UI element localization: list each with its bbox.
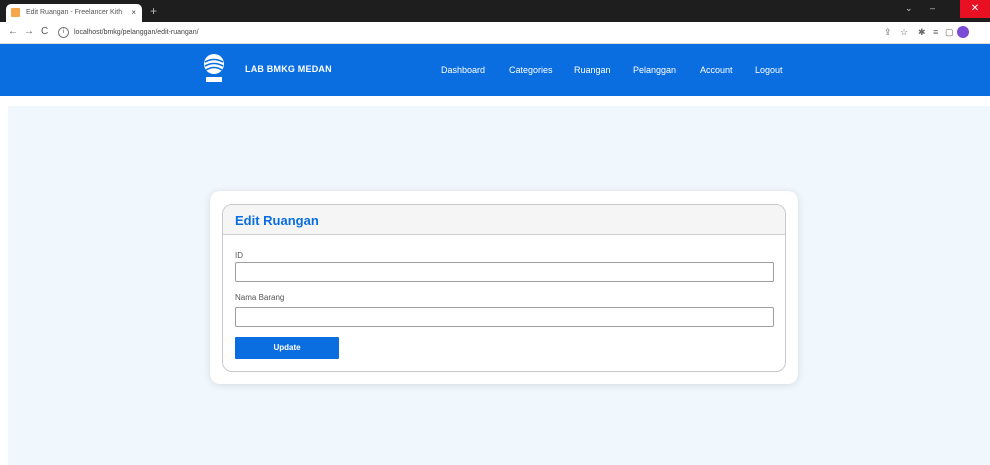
- extensions-icon[interactable]: ✱: [918, 27, 926, 37]
- nama-barang-input[interactable]: [235, 307, 774, 327]
- bmkg-logo-icon[interactable]: [203, 53, 225, 85]
- browser-tab-bar: Edit Ruangan - Freelancer Kith × + ⌄ – ✕: [0, 0, 990, 22]
- nav-categories[interactable]: Categories: [509, 65, 553, 75]
- url-field[interactable]: i localhost/bmkg/pelanggan/edit-ruangan/: [58, 26, 758, 40]
- card-header: Edit Ruangan: [223, 205, 785, 235]
- address-bar: ← → C i localhost/bmkg/pelanggan/edit-rua…: [0, 22, 990, 44]
- nama-barang-label: Nama Barang: [235, 293, 285, 302]
- id-input[interactable]: [235, 262, 774, 282]
- reload-icon[interactable]: C: [41, 26, 48, 38]
- minimize-icon[interactable]: –: [930, 3, 935, 13]
- nav-dashboard[interactable]: Dashboard: [441, 65, 485, 75]
- nav-logout[interactable]: Logout: [755, 65, 783, 75]
- tab-close-icon[interactable]: ×: [131, 4, 136, 22]
- reading-list-icon[interactable]: ≡: [933, 27, 938, 37]
- site-navbar: LAB BMKG MEDAN Dashboard Categories Ruan…: [0, 44, 990, 96]
- forward-arrow-icon[interactable]: →: [24, 26, 34, 38]
- nav-account[interactable]: Account: [700, 65, 733, 75]
- browser-tab[interactable]: Edit Ruangan - Freelancer Kith ×: [6, 4, 142, 22]
- profile-avatar-icon[interactable]: [957, 26, 969, 38]
- page-title: Edit Ruangan: [235, 213, 319, 228]
- window-close-icon[interactable]: ✕: [960, 0, 990, 18]
- nav-ruangan[interactable]: Ruangan: [574, 65, 611, 75]
- sidebar-icon[interactable]: ▢: [945, 27, 954, 37]
- id-label: ID: [235, 251, 243, 260]
- url-text: localhost/bmkg/pelanggan/edit-ruangan/: [74, 29, 199, 36]
- favicon-icon: [11, 8, 20, 17]
- edit-ruangan-card: Edit Ruangan ID Nama Barang Update: [222, 204, 786, 372]
- back-arrow-icon[interactable]: ←: [8, 26, 18, 38]
- star-icon[interactable]: ☆: [900, 27, 908, 37]
- update-button[interactable]: Update: [235, 337, 339, 359]
- chevron-down-icon[interactable]: ⌄: [905, 3, 913, 14]
- nav-pelanggan[interactable]: Pelanggan: [633, 65, 676, 75]
- tab-title: Edit Ruangan - Freelancer Kith: [26, 9, 123, 16]
- brand-name[interactable]: LAB BMKG MEDAN: [245, 64, 332, 74]
- site-info-icon[interactable]: i: [58, 26, 69, 38]
- new-tab-icon[interactable]: +: [150, 4, 157, 18]
- share-icon[interactable]: ⇪: [884, 27, 892, 37]
